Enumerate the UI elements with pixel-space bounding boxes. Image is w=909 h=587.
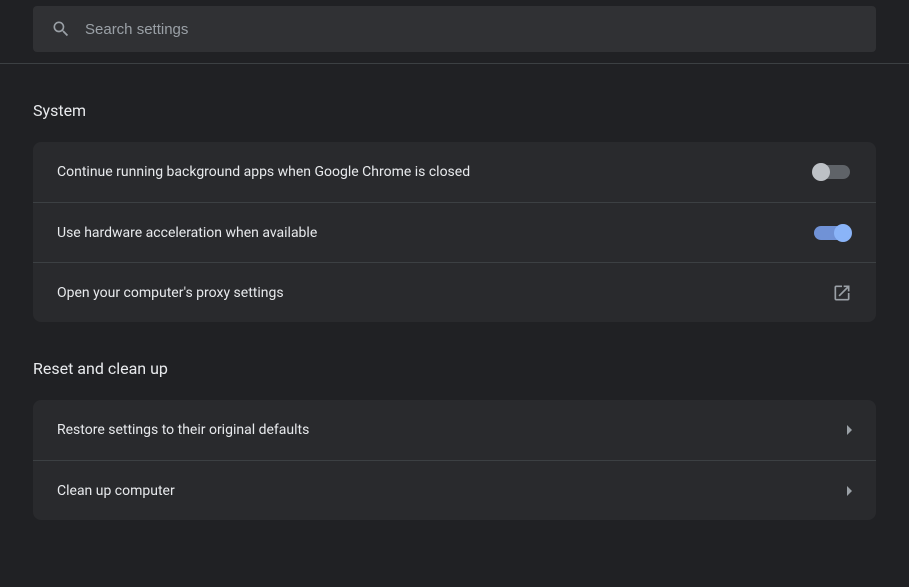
- open-external-icon: [832, 283, 852, 303]
- row-label: Continue running background apps when Go…: [57, 164, 814, 180]
- row-restore-defaults[interactable]: Restore settings to their original defau…: [33, 400, 876, 460]
- toggle-hardware-accel[interactable]: [814, 226, 850, 240]
- toggle-thumb: [834, 224, 852, 242]
- search-icon: [51, 19, 71, 39]
- section-title-reset: Reset and clean up: [33, 359, 876, 378]
- section-title-system: System: [33, 101, 876, 120]
- header-divider: [0, 63, 909, 64]
- chevron-right-icon: [847, 486, 852, 496]
- system-card: Continue running background apps when Go…: [33, 142, 876, 322]
- search-input[interactable]: [85, 21, 858, 38]
- reset-card: Restore settings to their original defau…: [33, 400, 876, 520]
- row-label: Clean up computer: [57, 483, 847, 499]
- chevron-right-icon: [847, 425, 852, 435]
- row-proxy-settings[interactable]: Open your computer's proxy settings: [33, 262, 876, 322]
- search-bar[interactable]: [33, 6, 876, 52]
- row-label: Restore settings to their original defau…: [57, 422, 847, 438]
- row-label: Use hardware acceleration when available: [57, 225, 814, 241]
- row-label: Open your computer's proxy settings: [57, 285, 832, 301]
- row-background-apps[interactable]: Continue running background apps when Go…: [33, 142, 876, 202]
- row-hardware-accel[interactable]: Use hardware acceleration when available: [33, 202, 876, 262]
- row-clean-up-computer[interactable]: Clean up computer: [33, 460, 876, 520]
- toggle-thumb: [812, 163, 830, 181]
- toggle-background-apps[interactable]: [814, 165, 850, 179]
